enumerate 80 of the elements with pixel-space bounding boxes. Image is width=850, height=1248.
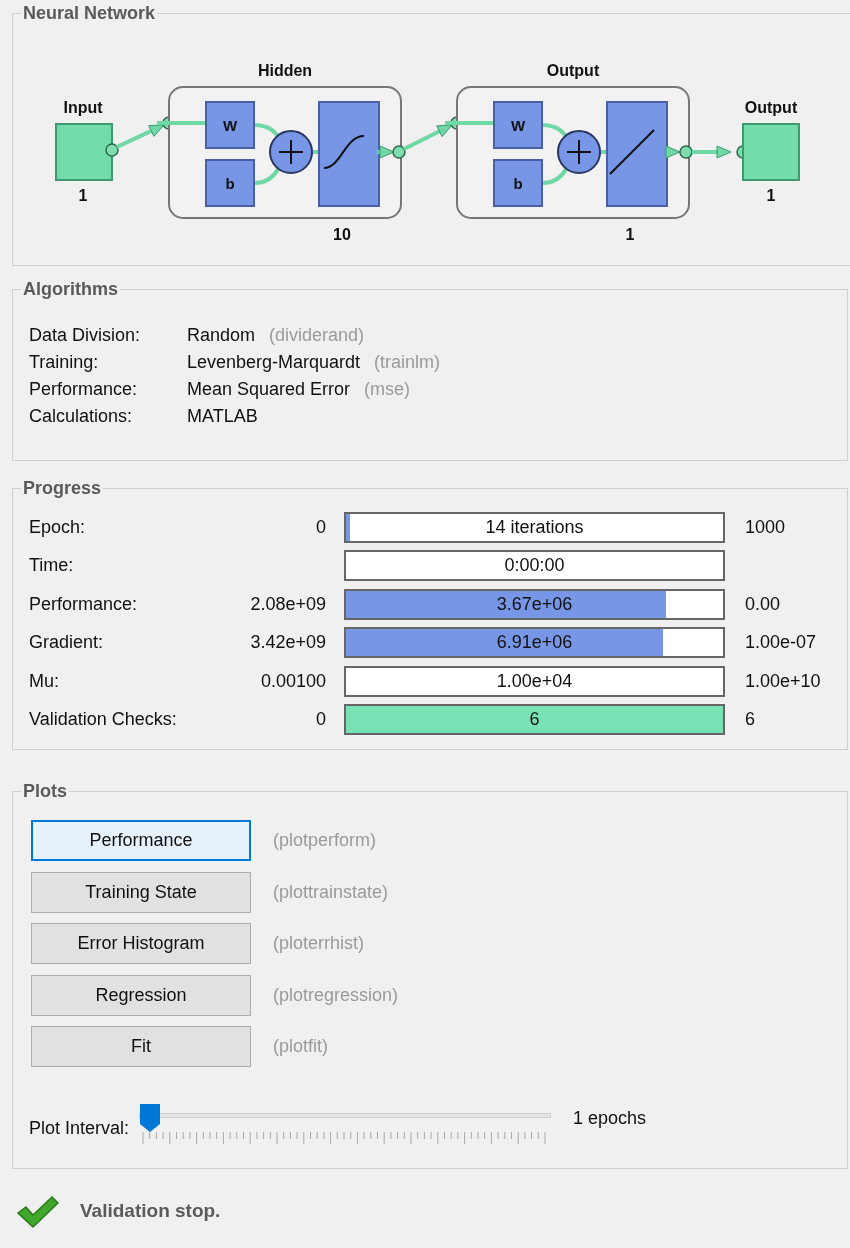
- bias-box: [493, 159, 543, 207]
- algorithm-label: Data Division:: [29, 324, 142, 347]
- progress-reading: 6.91e+06: [496, 631, 573, 655]
- plot-hint: (plottrainstate): [273, 880, 389, 904]
- input-box: [55, 123, 113, 181]
- linear-line-icon: [609, 129, 655, 175]
- connector-node: [392, 145, 406, 159]
- end-value: 6: [745, 708, 755, 732]
- connector-node: [105, 143, 119, 157]
- algorithm-hint: (dividerand): [269, 324, 365, 347]
- status-message: Validation stop.: [80, 1199, 221, 1224]
- plot-hint: (ploterrhist): [273, 932, 365, 956]
- progress-label: Time:: [29, 554, 75, 578]
- progress-reading: 6: [529, 708, 540, 732]
- algorithm-hint: (mse): [364, 378, 411, 401]
- algorithm-hint: (trainlm): [374, 351, 441, 374]
- start-value: 3.42e+09: [250, 631, 326, 655]
- plot-hint: (plotfit): [273, 1035, 328, 1059]
- progress-reading: 3.67e+06: [496, 592, 573, 616]
- end-value: 1.00e-07: [745, 631, 817, 655]
- sum-icon: [269, 130, 313, 174]
- start-value: 0.00100: [260, 669, 326, 693]
- plot-interval-label: Plot Interval:: [29, 1116, 130, 1140]
- input-label: Input: [63, 99, 103, 116]
- plot-hint: (plotperform): [273, 829, 377, 853]
- weight-label: W: [222, 117, 238, 134]
- plot-button[interactable]: Training State: [31, 871, 251, 913]
- layer-title: Hidden: [257, 62, 313, 79]
- panel-title: Algorithms: [22, 278, 119, 301]
- plot-button[interactable]: Error Histogram: [31, 923, 251, 965]
- connector-node: [679, 145, 693, 159]
- panel-title: Progress: [22, 477, 103, 500]
- weight-label: W: [510, 117, 526, 134]
- output-label: Output: [744, 99, 798, 116]
- sigmoid-curve-icon: [323, 135, 365, 169]
- bias-box: [205, 159, 255, 207]
- connector-arrow: [116, 124, 165, 149]
- connector-arrow: [403, 124, 453, 151]
- check-icon: [16, 1194, 60, 1229]
- algorithm-value: MATLAB: [187, 405, 258, 428]
- weight-box: [493, 101, 543, 149]
- algorithm-label: Performance:: [29, 378, 139, 401]
- progress-reading: 14 iterations: [485, 515, 584, 539]
- progress-label: Performance:: [29, 592, 139, 616]
- plot-button[interactable]: Regression: [31, 974, 251, 1016]
- progress-label: Epoch:: [29, 515, 87, 539]
- plot-interval-reading: 1 epochs: [573, 1106, 647, 1130]
- input-size: 1: [78, 187, 88, 204]
- slider-thumb[interactable]: [140, 1103, 161, 1132]
- bias-label: b: [225, 175, 235, 192]
- weight-box: [205, 101, 255, 149]
- output-size: 1: [766, 187, 776, 204]
- connector-arrow: [692, 145, 732, 159]
- start-value: 2.08e+09: [250, 592, 326, 616]
- start-value: 0: [316, 708, 326, 732]
- end-value: 1000: [745, 515, 786, 539]
- connector-arrow: [665, 145, 681, 159]
- layer-size: 10: [333, 226, 351, 243]
- end-value: 1.00e+10: [745, 669, 821, 693]
- progress-label: Validation Checks:: [29, 708, 178, 732]
- panel-title: Plots: [22, 780, 68, 803]
- progress-label: Gradient:: [29, 631, 105, 655]
- plot-hint: (plotregression): [273, 983, 399, 1007]
- algorithm-label: Training:: [29, 351, 100, 374]
- panel-title: Neural Network: [22, 2, 157, 25]
- connector-arrow: [377, 145, 395, 159]
- end-value: 0.00: [745, 592, 781, 616]
- bias-label: b: [513, 175, 523, 192]
- progress-label: Mu:: [29, 669, 60, 693]
- layer-title: Output: [546, 62, 600, 79]
- algorithm-value: Random: [187, 324, 256, 347]
- plot-button[interactable]: Performance: [31, 820, 251, 862]
- algorithm-value: Mean Squared Error: [187, 378, 351, 401]
- algorithm-label: Calculations:: [29, 405, 134, 428]
- algorithm-value: Levenberg-Marquardt: [187, 351, 361, 374]
- layer-size: 1: [625, 226, 635, 243]
- output-box: [742, 123, 800, 181]
- plot-button[interactable]: Fit: [31, 1026, 251, 1068]
- sum-icon: [557, 130, 601, 174]
- start-value: 0: [316, 515, 326, 539]
